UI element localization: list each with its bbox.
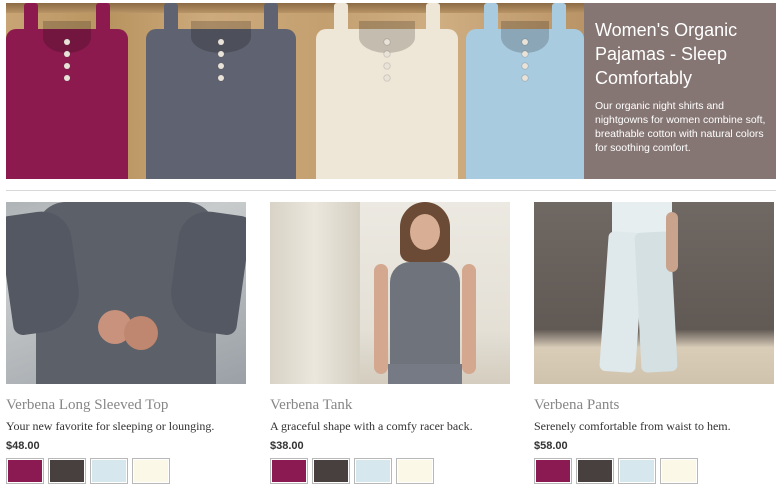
product-card-tank: Verbena Tank A graceful shape with a com…	[270, 202, 510, 484]
swatch-plum[interactable]	[6, 458, 44, 484]
swatch-charcoal-fill	[314, 460, 348, 482]
swatch-charcoal[interactable]	[312, 458, 350, 484]
hero-banner[interactable]: Women's Organic Pajamas - Sleep Comforta…	[6, 3, 776, 179]
divider	[6, 190, 776, 191]
product-description: Your new favorite for sleeping or loungi…	[6, 419, 215, 433]
hero-tank-cream	[316, 3, 458, 179]
color-swatches	[6, 458, 246, 484]
swatch-charcoal-fill	[50, 460, 84, 482]
swatch-light-blue[interactable]	[90, 458, 128, 484]
color-swatches	[270, 458, 510, 484]
hero-tank-light-blue	[466, 3, 584, 179]
swatch-cream-fill	[134, 460, 168, 482]
product-image-long-sleeved-top[interactable]	[6, 202, 246, 384]
swatch-cream[interactable]	[660, 458, 698, 484]
product-price: $48.00	[6, 440, 40, 452]
hero-text-panel: Women's Organic Pajamas - Sleep Comforta…	[584, 3, 776, 179]
swatch-charcoal-fill	[578, 460, 612, 482]
hero-title: Women's Organic Pajamas - Sleep Comforta…	[595, 20, 738, 88]
swatch-light-blue[interactable]	[354, 458, 392, 484]
swatch-light-blue[interactable]	[618, 458, 656, 484]
swatch-charcoal[interactable]	[48, 458, 86, 484]
hero-tank-charcoal	[146, 3, 296, 179]
product-card-long-sleeved-top: Verbena Long Sleeved Top Your new favori…	[6, 202, 246, 484]
product-description: Serenely comfortable from waist to hem.	[534, 419, 731, 433]
swatch-plum-fill	[8, 460, 42, 482]
hero-image	[6, 3, 584, 179]
product-price: $58.00	[534, 440, 568, 452]
swatch-light-blue-fill	[620, 460, 654, 482]
color-swatches	[534, 458, 774, 484]
swatch-plum[interactable]	[270, 458, 308, 484]
swatch-cream-fill	[398, 460, 432, 482]
swatch-cream-fill	[662, 460, 696, 482]
product-price: $38.00	[270, 440, 304, 452]
hero-description: Our organic night shirts and nightgowns …	[595, 100, 766, 154]
swatch-plum-fill	[272, 460, 306, 482]
swatch-light-blue-fill	[356, 460, 390, 482]
swatch-cream[interactable]	[132, 458, 170, 484]
swatch-plum-fill	[536, 460, 570, 482]
product-image-pants[interactable]	[534, 202, 774, 384]
swatch-charcoal[interactable]	[576, 458, 614, 484]
swatch-light-blue-fill	[92, 460, 126, 482]
product-card-pants: Verbena Pants Serenely comfortable from …	[534, 202, 774, 484]
swatch-plum[interactable]	[534, 458, 572, 484]
swatch-cream[interactable]	[396, 458, 434, 484]
product-name[interactable]: Verbena Pants	[534, 396, 774, 414]
hero-tank-plum	[6, 3, 128, 179]
product-name[interactable]: Verbena Tank	[270, 396, 510, 414]
product-image-tank[interactable]	[270, 202, 510, 384]
product-description: A graceful shape with a comfy racer back…	[270, 419, 473, 433]
product-name[interactable]: Verbena Long Sleeved Top	[6, 396, 246, 414]
